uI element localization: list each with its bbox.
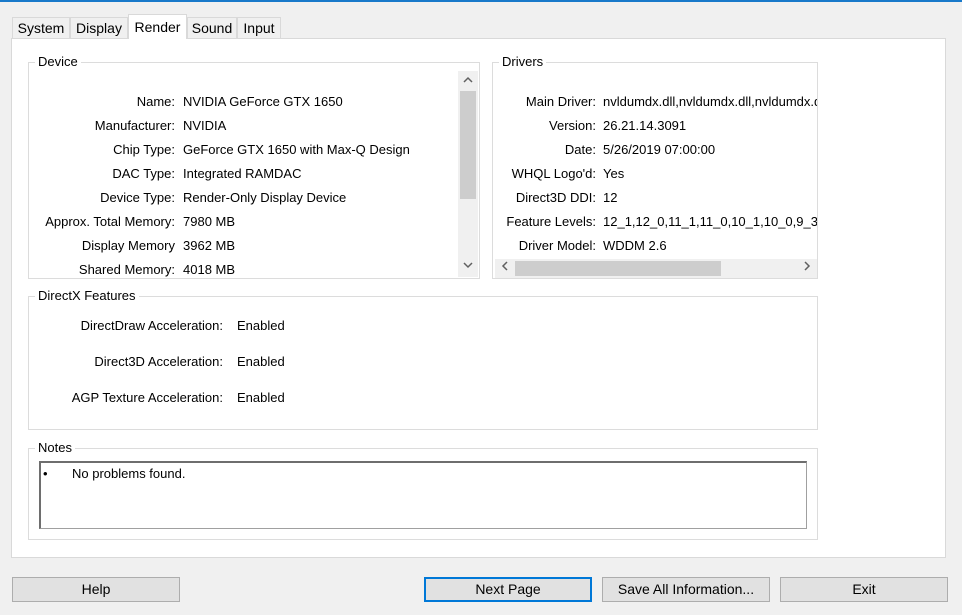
driver-value: 5/26/2019 07:00:00: [603, 142, 716, 157]
exit-button[interactable]: Exit: [780, 577, 948, 602]
tab-sound[interactable]: Sound: [187, 17, 237, 38]
device-list[interactable]: Name: NVIDIA GeForce GTX 1650 Manufactur…: [29, 63, 458, 278]
driver-label: Feature Levels:: [506, 214, 596, 229]
device-label: Device Type:: [100, 190, 175, 205]
device-label: Manufacturer:: [94, 118, 175, 133]
device-value: GeForce GTX 1650 with Max-Q Design: [183, 142, 410, 157]
tab-display[interactable]: Display: [70, 17, 128, 38]
notes-group: Notes • No problems found.: [28, 440, 818, 540]
device-value: 4018 MB: [183, 262, 236, 277]
notes-textbox[interactable]: • No problems found.: [39, 461, 807, 529]
feature-label: AGP Texture Acceleration:: [71, 390, 223, 405]
feature-value: Enabled: [237, 354, 285, 369]
notes-item-text: No problems found.: [72, 466, 186, 481]
device-vertical-scrollbar[interactable]: [458, 71, 478, 277]
device-value: NVIDIA GeForce GTX 1650: [183, 94, 343, 109]
driver-value: WDDM 2.6: [603, 238, 667, 253]
chevron-up-icon[interactable]: [458, 73, 478, 87]
driver-label: WHQL Logo'd:: [511, 166, 596, 181]
tab-input[interactable]: Input: [237, 17, 281, 38]
driver-label: Main Driver:: [525, 94, 596, 109]
driver-label: Version:: [549, 118, 596, 133]
save-all-information-button[interactable]: Save All Information...: [602, 577, 770, 602]
drivers-list[interactable]: Main Driver: nvldumdx.dll,nvldumdx.dll,n…: [493, 63, 817, 259]
drivers-group: Drivers Main Driver: nvldumdx.dll,nvldum…: [492, 54, 818, 279]
device-value: 7980 MB: [183, 214, 236, 229]
chevron-right-icon[interactable]: [800, 261, 814, 275]
driver-value: 12: [603, 190, 618, 205]
chevron-left-icon[interactable]: [497, 261, 511, 275]
driver-value: 12_1,12_0,11_1,11_0,10_1,10_0,9_3,9_2,9_…: [603, 214, 817, 229]
tab-system[interactable]: System: [12, 17, 70, 38]
help-button[interactable]: Help: [12, 577, 180, 602]
device-label: Name:: [136, 94, 175, 109]
render-panel: Device Name: NVIDIA GeForce GTX 1650 Man…: [11, 38, 946, 558]
directx-features-group: DirectX Features DirectDraw Acceleration…: [28, 288, 818, 430]
device-label: DAC Type:: [112, 166, 175, 181]
notes-group-title: Notes: [35, 440, 75, 455]
device-value: Integrated RAMDAC: [183, 166, 302, 181]
device-label: Display Memory: [81, 238, 175, 253]
device-group: Device Name: NVIDIA GeForce GTX 1650 Man…: [28, 54, 480, 279]
driver-value: nvldumdx.dll,nvldumdx.dll,nvldumdx.dll,n…: [603, 94, 817, 109]
feature-label: DirectDraw Acceleration:: [80, 318, 223, 333]
chevron-down-icon[interactable]: [458, 259, 478, 273]
driver-value: 26.21.14.3091: [603, 118, 687, 133]
device-label: Shared Memory:: [78, 262, 175, 277]
scrollbar-thumb[interactable]: [460, 91, 476, 199]
driver-label: Date:: [564, 142, 596, 157]
device-value: Render-Only Display Device: [183, 190, 347, 205]
driver-label: Driver Model:: [518, 238, 596, 253]
device-label: Chip Type:: [113, 142, 175, 157]
driver-value: Yes: [603, 166, 625, 181]
device-label: Approx. Total Memory:: [45, 214, 175, 229]
feature-value: Enabled: [237, 318, 285, 333]
directx-group-title: DirectX Features: [35, 288, 139, 303]
device-value: NVIDIA: [183, 118, 227, 133]
feature-label: Direct3D Acceleration:: [94, 354, 223, 369]
scrollbar-thumb[interactable]: [515, 261, 721, 276]
window-top-border: [0, 0, 962, 2]
feature-value: Enabled: [237, 390, 285, 405]
tab-render[interactable]: Render: [128, 14, 187, 39]
bullet-icon: •: [43, 466, 48, 481]
driver-label: Direct3D DDI:: [515, 190, 596, 205]
drivers-horizontal-scrollbar[interactable]: [495, 259, 817, 278]
next-page-button[interactable]: Next Page: [424, 577, 592, 602]
device-value: 3962 MB: [183, 238, 236, 253]
